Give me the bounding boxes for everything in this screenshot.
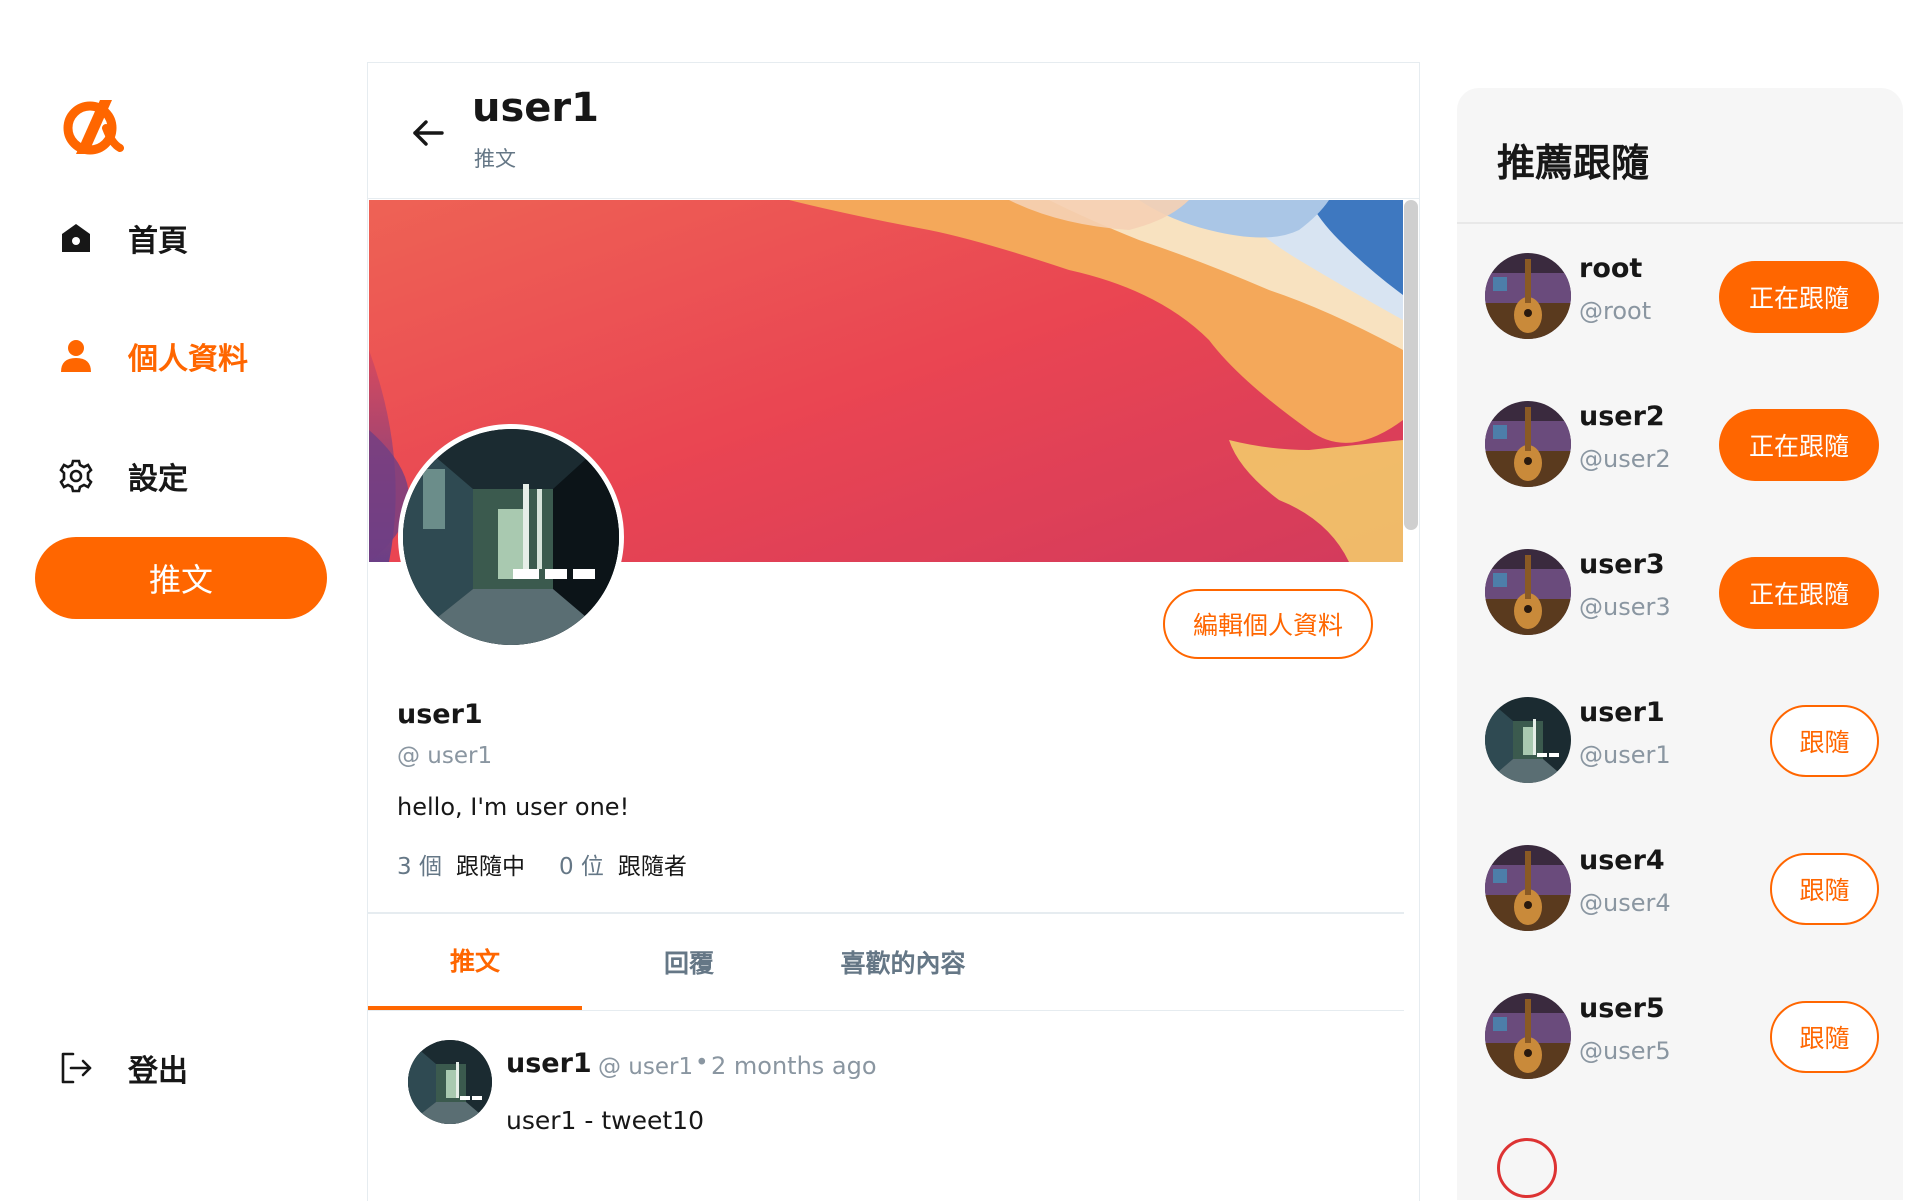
suggested-user[interactable]: user5 @user5 跟隨 [1457, 963, 1903, 1111]
user-icon [58, 338, 94, 374]
home-icon [58, 220, 94, 256]
suggested-user-handle: @user5 [1579, 1037, 1671, 1065]
suggested-user[interactable]: user4 @user4 跟隨 [1457, 815, 1903, 963]
suggested-user[interactable]: user3 @user3 正在跟隨 [1457, 519, 1903, 667]
suggested-user-handle: @user1 [1579, 741, 1671, 769]
tab-tweets[interactable]: 推文 [368, 914, 582, 1010]
alpha-logo-icon[interactable] [60, 94, 124, 158]
suggested-user-handle: @root [1579, 297, 1652, 325]
profile-tabs: 推文 回覆 喜歡的內容 [368, 912, 1404, 1011]
following-count[interactable]: 3 個 [397, 847, 442, 881]
suggested-user[interactable]: root @root 正在跟隨 [1457, 223, 1903, 371]
suggested-user[interactable]: user2 @user2 正在跟隨 [1457, 371, 1903, 519]
nav-item-label: 首頁 [128, 224, 188, 259]
profile-handle: @ user1 [397, 743, 493, 769]
nav-item-settings[interactable]: 設定 [58, 454, 188, 498]
scrollbar[interactable] [1404, 200, 1418, 530]
follow-button[interactable]: 跟隨 [1770, 853, 1879, 925]
nav-item-label: 個人資料 [128, 342, 248, 377]
tweet-author-name[interactable]: user1 [506, 1048, 592, 1079]
suggested-user-name[interactable]: user2 [1579, 401, 1665, 432]
gear-icon [58, 458, 94, 494]
following-button[interactable]: 正在跟隨 [1719, 409, 1879, 481]
following-label[interactable]: 跟隨中 [456, 847, 525, 881]
following-button[interactable]: 正在跟隨 [1719, 261, 1879, 333]
edit-profile-button[interactable]: 編輯個人資料 [1163, 589, 1373, 659]
page-title: user1 [472, 85, 599, 131]
guitar-avatar[interactable] [1485, 401, 1571, 487]
suggested-follow-panel: 推薦跟隨 root @root 正在跟隨 user2 @user2 正在跟隨 u… [1457, 88, 1903, 1200]
following-button[interactable]: 正在跟隨 [1719, 557, 1879, 629]
partial-avatar[interactable] [1497, 1138, 1557, 1198]
back-arrow-icon[interactable] [408, 113, 448, 153]
profile-stats: 3 個 跟隨中 0 位 跟隨者 [397, 847, 687, 881]
tweet-avatar[interactable] [408, 1040, 492, 1124]
followers-label[interactable]: 跟隨者 [618, 847, 687, 881]
suggested-user-name[interactable]: user1 [1579, 697, 1665, 728]
tab-likes[interactable]: 喜歡的內容 [796, 914, 1010, 1010]
guitar-avatar[interactable] [1485, 549, 1571, 635]
suggested-user-handle: @user4 [1579, 889, 1671, 917]
tweet-item[interactable]: user1 @ user1 • 2 months ago user1 - twe… [368, 1010, 1404, 1201]
separator-dot: • [695, 1050, 709, 1076]
suggested-user-handle: @user2 [1579, 445, 1671, 473]
suggested-user-name[interactable]: root [1579, 253, 1642, 284]
guitar-avatar[interactable] [1485, 993, 1571, 1079]
suggested-user-name[interactable]: user3 [1579, 549, 1665, 580]
follow-button[interactable]: 跟隨 [1770, 705, 1879, 777]
profile-name: user1 [397, 699, 483, 730]
logout-button[interactable]: 登出 [58, 1046, 188, 1090]
logout-icon [58, 1050, 94, 1086]
nav-item-home[interactable]: 首頁 [58, 216, 188, 260]
profile-main: user1 推文 編輯個人資料 user1 @ user1 hello, I'm… [367, 62, 1420, 1201]
suggested-user-handle: @user3 [1579, 593, 1671, 621]
profile-header: user1 推文 [368, 63, 1419, 199]
guitar-avatar[interactable] [1485, 845, 1571, 931]
profile-bio: hello, I'm user one! [397, 793, 630, 821]
suggested-user[interactable]: user1 @user1 跟隨 [1457, 667, 1903, 815]
followers-count[interactable]: 0 位 [559, 847, 604, 881]
suggested-follow-title: 推薦跟隨 [1497, 141, 1650, 185]
tweet-button[interactable]: 推文 [35, 537, 327, 619]
tweet-time: 2 months ago [711, 1052, 877, 1080]
tweet-text: user1 - tweet10 [506, 1106, 704, 1135]
suggested-user-name[interactable]: user5 [1579, 993, 1665, 1024]
page-subtitle: 推文 [474, 147, 516, 171]
corridor-avatar[interactable] [1485, 697, 1571, 783]
guitar-avatar[interactable] [1485, 253, 1571, 339]
profile-avatar [398, 424, 624, 650]
logout-label: 登出 [128, 1054, 188, 1089]
suggested-user-name[interactable]: user4 [1579, 845, 1665, 876]
nav-item-label: 設定 [128, 462, 188, 497]
tab-replies[interactable]: 回覆 [582, 914, 796, 1010]
left-nav: 首頁 個人資料 設定 推文 登出 [0, 0, 360, 1200]
nav-item-profile[interactable]: 個人資料 [58, 334, 248, 378]
tweet-author-handle: @ user1 [598, 1054, 694, 1080]
follow-button[interactable]: 跟隨 [1770, 1001, 1879, 1073]
